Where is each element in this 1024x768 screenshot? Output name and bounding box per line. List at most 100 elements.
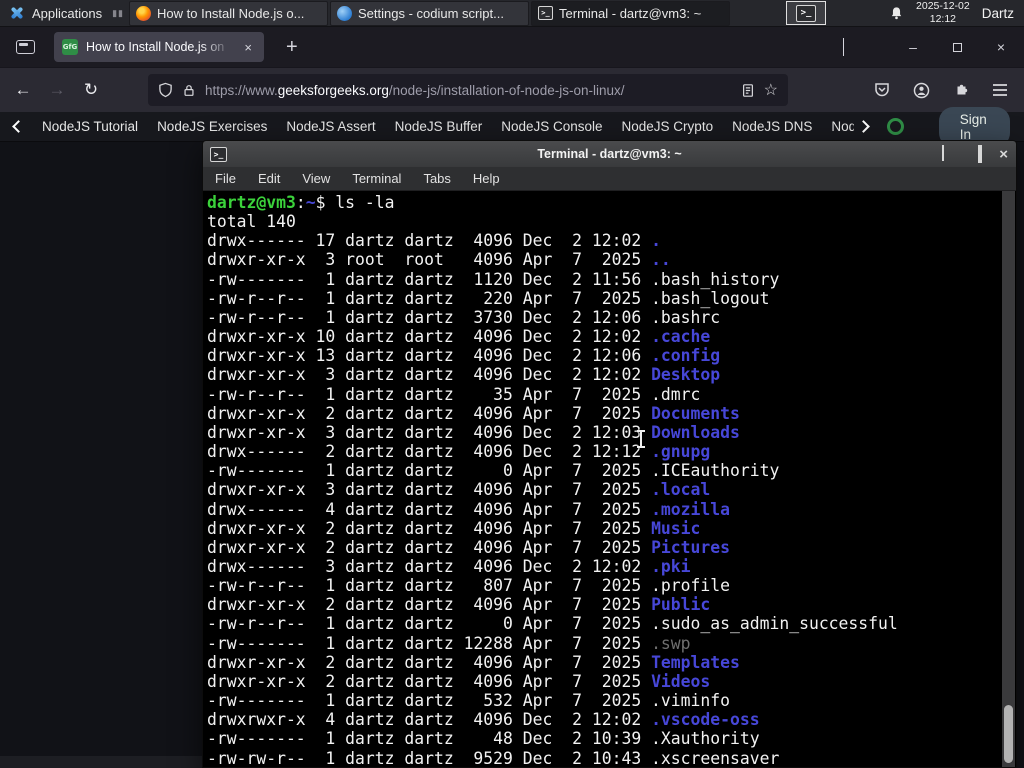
toolbar-icons — [874, 82, 1024, 99]
taskbar-vscodium-window[interactable]: Settings - codium script... — [330, 0, 530, 26]
geeksforgeeks-favicon: GfG — [62, 39, 78, 55]
list-all-tabs-button[interactable] — [839, 34, 848, 60]
url-domain: geeksforgeeks.org — [277, 82, 389, 98]
back-button[interactable]: ← — [6, 80, 40, 100]
terminal-line: drwxr-xr-x 2 dartz dartz 4096 Apr 7 2025… — [207, 652, 740, 672]
terminal-titlebar[interactable]: >_ Terminal - dartz@vm3: ~ × — [203, 141, 1016, 167]
nav-item-truncated[interactable]: Node — [831, 119, 853, 134]
new-tab-button[interactable]: + — [280, 36, 304, 59]
nav-item-assert[interactable]: NodeJS Assert — [286, 119, 375, 134]
tab-title: How to Install Node.js on — [86, 40, 225, 54]
terminal-line: -rw------- 1 dartz dartz 48 Dec 2 10:39 … — [207, 729, 760, 749]
terminal-window-controls: × — [942, 141, 1008, 167]
terminal-line: drwx------ 17 dartz dartz 4096 Dec 2 12:… — [207, 231, 661, 251]
taskbar: How to Install Node.js o... Settings - c… — [129, 0, 732, 26]
nav-item-exercises[interactable]: NodeJS Exercises — [157, 119, 267, 134]
terminal-body[interactable]: dartz@vm3:~$ ls -la total 140 drwx------ 1… — [204, 191, 1015, 767]
maximize-icon — [978, 145, 983, 163]
reader-mode-icon[interactable] — [741, 83, 755, 98]
firefox-icon — [136, 5, 152, 21]
user-menu[interactable]: Dartz — [982, 6, 1014, 21]
terminal-line: -rw------- 1 dartz dartz 12288 Apr 7 202… — [207, 633, 691, 653]
navigation-toolbar: ← → ↻ https://www.geeksforgeeks.org/node… — [0, 67, 1024, 112]
terminal-window: >_ Terminal - dartz@vm3: ~ × File Edit V… — [202, 140, 1017, 768]
terminal-line: drwxr-xr-x 3 dartz dartz 4096 Dec 2 12:0… — [207, 365, 721, 385]
nav-item-buffer[interactable]: NodeJS Buffer — [395, 119, 483, 134]
terminal-line: total 140 — [207, 212, 296, 232]
terminal-line: dartz@vm3:~$ ls -la — [207, 193, 395, 212]
terminal-line: -rw-r--r-- 1 dartz dartz 807 Apr 7 2025 … — [207, 576, 731, 596]
nav-item-tutorial[interactable]: NodeJS Tutorial — [42, 119, 138, 134]
window-close-button[interactable]: × — [988, 39, 1014, 55]
terminal-line: drwxr-xr-x 2 dartz dartz 4096 Apr 7 2025… — [207, 403, 740, 423]
hamburger-menu-icon[interactable] — [992, 83, 1008, 97]
terminal-line: drwx------ 4 dartz dartz 4096 Apr 7 2025… — [207, 499, 731, 519]
terminal-line: drwxr-xr-x 10 dartz dartz 4096 Dec 2 12:… — [207, 327, 711, 347]
url-bar[interactable]: https://www.geeksforgeeks.org/node-js/in… — [148, 74, 788, 106]
lock-icon[interactable] — [182, 83, 196, 98]
terminal-line: -rw------- 1 dartz dartz 0 Apr 7 2025 .I… — [207, 461, 780, 481]
bookmark-star-icon[interactable]: ☆ — [764, 80, 778, 100]
terminal-menubar: File Edit View Terminal Tabs Help — [203, 167, 1016, 191]
terminal-line: drwxr-xr-x 13 dartz dartz 4096 Dec 2 12:… — [207, 346, 721, 366]
maximize-icon — [952, 43, 962, 52]
menu-help[interactable]: Help — [473, 171, 500, 186]
taskbar-terminal-window[interactable]: >_ Terminal - dartz@vm3: ~ — [531, 0, 731, 26]
nav-item-dns[interactable]: NodeJS DNS — [732, 119, 812, 134]
search-icon[interactable] — [886, 118, 904, 135]
terminal-title: Terminal - dartz@vm3: ~ — [537, 147, 682, 161]
nav-item-crypto[interactable]: NodeJS Crypto — [622, 119, 714, 134]
terminal-scrollbar[interactable] — [1002, 191, 1015, 767]
firefox-view-icon — [15, 40, 35, 54]
terminal-line: drwxrwxr-x 4 dartz dartz 4096 Dec 2 12:0… — [207, 710, 760, 730]
terminal-launcher[interactable]: >_ — [786, 1, 827, 25]
url-scheme: https://www. — [205, 82, 278, 98]
window-minimize-button[interactable]: – — [900, 39, 926, 55]
url-path: /node-js/installation-of-node-js-on-linu… — [388, 82, 625, 98]
desktop: Applications ▮▮ How to Install Node.js o… — [0, 0, 1024, 768]
scroll-right-icon[interactable] — [856, 120, 870, 133]
shade-button[interactable] — [942, 145, 945, 161]
account-icon[interactable] — [913, 82, 930, 99]
text-cursor — [635, 429, 647, 449]
clock-date: 2025-12-02 — [916, 0, 970, 13]
close-button[interactable]: × — [999, 147, 1008, 162]
geeksforgeeks-subnav: NodeJS Tutorial NodeJS Exercises NodeJS … — [0, 106, 1024, 147]
menu-edit[interactable]: Edit — [258, 171, 280, 186]
terminal-line: -rw------- 1 dartz dartz 1120 Dec 2 11:5… — [207, 269, 780, 289]
nav-item-console[interactable]: NodeJS Console — [501, 119, 602, 134]
scroll-left-icon[interactable] — [12, 120, 25, 133]
page-footer-strip — [0, 756, 202, 768]
clock-time: 12:12 — [929, 13, 957, 25]
terminal-line: drwxr-xr-x 2 dartz dartz 4096 Apr 7 2025… — [207, 595, 711, 615]
pocket-icon[interactable] — [874, 82, 890, 98]
taskbar-window-label: Terminal - dartz@vm3: ~ — [559, 5, 702, 21]
browser-tab[interactable]: GfG How to Install Node.js on × — [54, 32, 264, 62]
taskbar-firefox-window[interactable]: How to Install Node.js o... — [129, 0, 329, 26]
panel-grip-icon: ▮▮ — [112, 7, 125, 18]
window-maximize-button[interactable] — [944, 39, 970, 55]
tracking-shield-icon[interactable] — [158, 82, 173, 98]
reload-button[interactable]: ↻ — [74, 80, 108, 100]
tab-close-icon[interactable]: × — [240, 38, 256, 57]
applications-icon — [8, 5, 26, 21]
terminal-line: -rw------- 1 dartz dartz 532 Apr 7 2025 … — [207, 691, 731, 711]
clock[interactable]: 2025-12-02 12:12 — [916, 0, 970, 25]
terminal-icon: >_ — [538, 6, 554, 20]
maximize-button[interactable] — [978, 145, 983, 163]
applications-menu-button[interactable]: Applications — [0, 0, 110, 26]
extensions-puzzle-icon[interactable] — [953, 82, 969, 98]
menu-tabs[interactable]: Tabs — [423, 171, 450, 186]
tabbar-controls: – × — [839, 27, 1014, 67]
menu-file[interactable]: File — [215, 171, 236, 186]
terminal-line: drwxr-xr-x 3 root root 4096 Apr 7 2025 .… — [207, 250, 671, 270]
vscodium-icon — [337, 5, 353, 21]
firefox-view-button[interactable] — [8, 33, 42, 61]
menu-view[interactable]: View — [302, 171, 330, 186]
forward-button[interactable]: → — [40, 80, 74, 100]
notifications-bell-icon[interactable] — [889, 6, 904, 21]
system-tray: 2025-12-02 12:12 Dartz — [889, 0, 1024, 25]
chevron-down-icon — [843, 38, 844, 56]
menu-terminal[interactable]: Terminal — [352, 171, 401, 186]
scrollbar-thumb[interactable] — [1004, 705, 1013, 763]
